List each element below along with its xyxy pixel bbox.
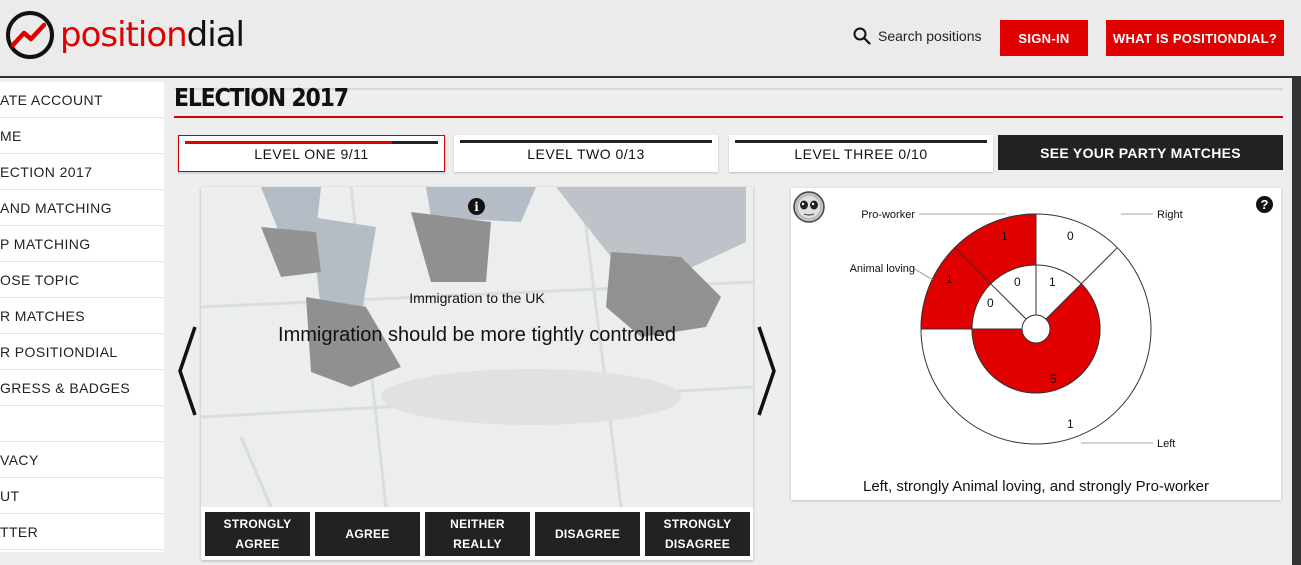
answer-line: STRONGLY: [223, 517, 292, 531]
answer-neither-really-button[interactable]: NEITHER REALLY: [425, 512, 530, 556]
sidebar-item-progress-badges[interactable]: GRESS & BADGES: [0, 370, 164, 406]
sidebar-item-label: GRESS & BADGES: [0, 379, 131, 396]
answer-strongly-agree-button[interactable]: STRONGLY AGREE: [205, 512, 310, 556]
question-card: i Immigration to the UK Immigration shou…: [201, 187, 753, 560]
avatar-face-icon[interactable]: [793, 191, 825, 223]
dial-value-inner-proworker: 0: [1014, 275, 1021, 289]
page-title: ELECTION 2017: [174, 84, 1283, 118]
level-progress-bar: [460, 140, 712, 143]
sidebar-item-brand-matching[interactable]: AND MATCHING: [0, 190, 164, 226]
answer-line: NEITHER: [450, 517, 505, 531]
logo-text: positiondial: [60, 15, 245, 55]
level-progress-bar: [735, 140, 987, 143]
logo-text-dark: dial: [186, 15, 245, 55]
sidebar-item-label: P MATCHING: [0, 235, 91, 252]
position-dial-card: Pro-worker Right Animal loving Left 1 0 …: [791, 188, 1281, 500]
search-link[interactable]: Search positions: [853, 27, 982, 45]
answer-strongly-disagree-button[interactable]: STRONGLY DISAGREE: [645, 512, 750, 556]
sidebar-item-choose-topic[interactable]: OSE TOPIC: [0, 262, 164, 298]
see-party-matches-button[interactable]: SEE YOUR PARTY MATCHES: [998, 135, 1283, 170]
logo-text-red: position: [60, 15, 188, 55]
question-text: Immigration should be more tightly contr…: [278, 324, 676, 346]
answer-line: DISAGREE: [664, 537, 731, 551]
info-icon[interactable]: i: [468, 198, 485, 215]
sidebar-item-about[interactable]: UT: [0, 478, 164, 514]
answer-line: AGREE: [235, 537, 280, 551]
tab-level-three[interactable]: LEVEL THREE 0/10: [729, 135, 993, 172]
sidebar-item-create-account[interactable]: ATE ACCOUNT: [0, 82, 164, 118]
answer-line: STRONGLY: [663, 517, 732, 531]
search-icon: [853, 27, 871, 45]
help-icon[interactable]: ?: [1256, 196, 1273, 213]
sidebar-item-label: ECTION 2017: [0, 163, 93, 180]
dial-value-inner-right: 1: [1049, 275, 1056, 289]
tab-label: LEVEL TWO 0/13: [527, 145, 645, 162]
tab-label: LEVEL ONE 9/11: [254, 145, 369, 162]
sidebar-item-label: ATE ACCOUNT: [0, 91, 103, 108]
answer-buttons: STRONGLY AGREE AGREE NEITHER REALLY DISAGR…: [205, 512, 753, 556]
page-title-text: ELECTION 2017: [174, 84, 349, 113]
answer-disagree-button[interactable]: DISAGREE: [535, 512, 640, 556]
answer-line: REALLY: [453, 537, 502, 551]
sidebar-item-blank[interactable]: [0, 406, 164, 442]
sidebar-item-label: UT: [0, 487, 20, 504]
next-question-arrow-icon[interactable]: [756, 325, 778, 417]
image-light-overlay: [201, 187, 753, 507]
question-topic: Immigration to the UK: [409, 290, 545, 306]
level-progress-bar: [185, 141, 438, 144]
dial-label-left: Left: [1157, 438, 1175, 450]
dial-value-inner-left: 5: [1050, 372, 1057, 386]
sidebar-item-label: R POSITIONDIAL: [0, 343, 118, 360]
level-progress-fill: [185, 141, 392, 144]
dial-summary: Left, strongly Animal loving, and strong…: [863, 478, 1209, 495]
tab-label: LEVEL THREE 0/10: [794, 145, 928, 162]
page-scrollbar[interactable]: [1292, 78, 1301, 565]
answer-line: DISAGREE: [554, 527, 621, 541]
dial-value-outer-left: 1: [1067, 417, 1074, 431]
sidebar-item-your-matches[interactable]: R MATCHES: [0, 298, 164, 334]
tab-level-one[interactable]: LEVEL ONE 9/11: [178, 135, 445, 172]
dial-value-outer-proworker: 1: [1001, 229, 1008, 243]
sidebar-item-twitter[interactable]: TTER: [0, 514, 164, 550]
sign-in-button[interactable]: SIGN-IN: [1000, 20, 1088, 56]
sidebar-item-label: AND MATCHING: [0, 199, 112, 216]
dial-value-outer-animal: 1: [946, 272, 953, 286]
sidebar-item-label: R MATCHES: [0, 307, 86, 324]
position-dial-chart[interactable]: Pro-worker Right Animal loving Left 1 0 …: [791, 188, 1281, 473]
previous-question-arrow-icon[interactable]: [176, 325, 198, 417]
sidebar-item-mp-matching[interactable]: P MATCHING: [0, 226, 164, 262]
answer-agree-button[interactable]: AGREE: [315, 512, 420, 556]
sidebar-item-privacy[interactable]: VACY: [0, 442, 164, 478]
sidebar: ATE ACCOUNT ME ECTION 2017 AND MATCHING …: [0, 82, 164, 552]
question-background-image: [201, 187, 753, 507]
dial-value-inner-animal: 0: [987, 296, 994, 310]
dial-value-outer-right: 0: [1067, 229, 1074, 243]
dial-label-pro-worker: Pro-worker: [861, 209, 915, 221]
tab-level-two[interactable]: LEVEL TWO 0/13: [454, 135, 718, 172]
search-label: Search positions: [878, 28, 982, 44]
sidebar-item-label: ME: [0, 127, 22, 144]
sidebar-item-label: TTER: [0, 523, 39, 540]
logo[interactable]: positiondial: [4, 10, 245, 60]
dial-label-right: Right: [1157, 209, 1183, 221]
positiondial-logo-icon: [6, 11, 54, 59]
answer-line: AGREE: [345, 527, 390, 541]
dial-label-animal-loving: Animal loving: [850, 263, 915, 275]
sidebar-item-label: OSE TOPIC: [0, 271, 80, 288]
sidebar-item-election-2017[interactable]: ECTION 2017: [0, 154, 164, 190]
what-is-positiondial-button[interactable]: WHAT IS POSITIONDIAL?: [1106, 20, 1284, 56]
sidebar-item-home[interactable]: ME: [0, 118, 164, 154]
header: positiondial Search positions SIGN-IN WH…: [0, 0, 1301, 78]
sidebar-item-label: VACY: [0, 451, 39, 468]
sidebar-item-your-positiondial[interactable]: R POSITIONDIAL: [0, 334, 164, 370]
